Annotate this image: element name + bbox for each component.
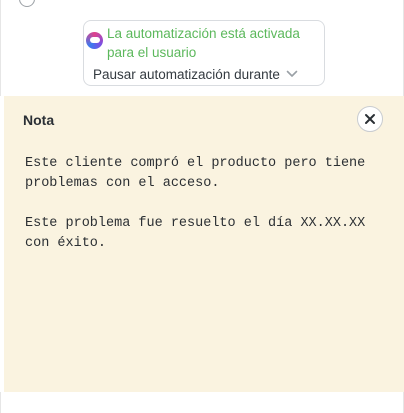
clipped-option-label	[45, 0, 175, 2]
pause-automation-dropdown[interactable]: Pausar automatización durante	[93, 64, 321, 84]
pause-automation-label: Pausar automatización durante	[93, 66, 280, 82]
conversation-side-panel: La automatización está activada para el …	[0, 0, 404, 413]
automation-status-card: La automatización está activada para el …	[83, 20, 325, 86]
note-body[interactable]: Este cliente compró el producto pero tie…	[25, 154, 395, 274]
panel-header-area: La automatización está activada para el …	[0, 0, 404, 96]
radio-button[interactable]	[19, 0, 35, 7]
close-icon	[365, 114, 375, 124]
panel-footer-area	[0, 392, 404, 413]
note-title: Nota	[23, 112, 55, 128]
note-paragraph: Este problema fue resuelto el día XX.XX.…	[25, 216, 366, 251]
bot-icon	[86, 32, 103, 49]
chevron-down-icon	[286, 70, 298, 77]
note-paragraph: Este cliente compró el producto pero tie…	[25, 156, 366, 191]
close-note-button[interactable]	[357, 106, 383, 132]
automation-status-text: La automatización está activada para el …	[107, 26, 300, 60]
note-panel: Nota Este cliente compró el producto per…	[4, 96, 404, 392]
